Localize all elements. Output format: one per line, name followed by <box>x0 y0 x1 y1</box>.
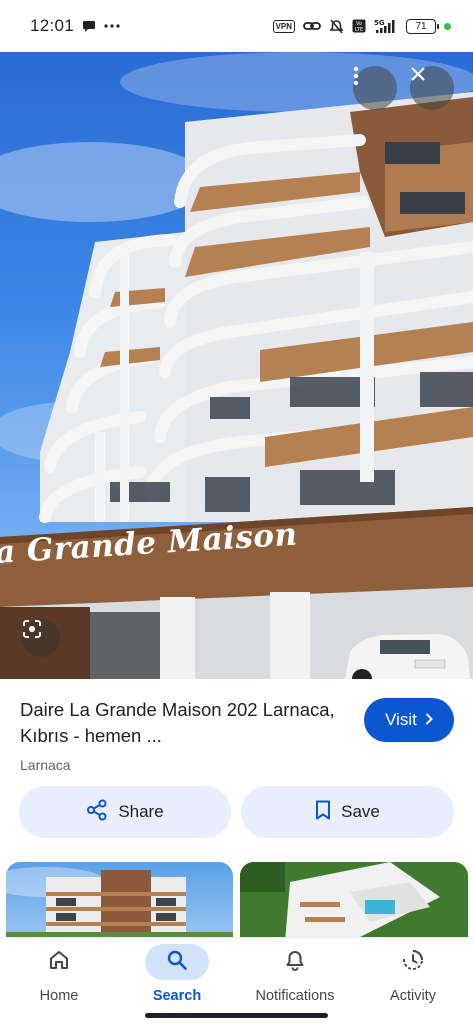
vpn-icon: VPN <box>272 19 295 33</box>
home-icon <box>48 949 70 976</box>
battery-icon: 71 <box>406 18 439 34</box>
history-icon <box>401 948 425 977</box>
chevron-right-icon <box>425 710 433 730</box>
nav-activity-label: Activity <box>390 988 436 1004</box>
nav-notifications[interactable]: Notifications <box>236 938 354 1024</box>
share-icon <box>86 799 108 826</box>
result-source: Larnaca <box>20 757 71 773</box>
hero-image[interactable]: a Grande Maison <box>0 52 473 679</box>
volte-icon: Vo LTE <box>352 19 366 33</box>
status-time: 12:01 <box>30 16 75 35</box>
chat-bubble-icon <box>82 19 96 33</box>
nav-home-label: Home <box>39 988 79 1004</box>
svg-text:5G: 5G <box>374 19 385 27</box>
nav-home-icon-wrap <box>27 944 91 980</box>
related-image-2[interactable] <box>240 862 468 942</box>
nav-search-icon-wrap <box>145 944 209 980</box>
google-lens-button[interactable] <box>22 619 60 657</box>
nav-home[interactable]: Home <box>0 938 118 1024</box>
signal-5g-icon: 5G <box>374 18 398 34</box>
related-building-image <box>6 867 233 942</box>
bookmark-icon <box>315 800 331 825</box>
share-button[interactable]: Share <box>19 786 231 838</box>
mute-bell-icon <box>329 19 344 34</box>
link-icon <box>303 19 321 33</box>
nav-activity[interactable]: Activity <box>354 938 472 1024</box>
building-illustration <box>0 52 473 679</box>
more-options-button[interactable] <box>353 66 397 110</box>
result-info: Daire La Grande Maison 202 Larnaca, Kıbr… <box>20 697 350 773</box>
result-title[interactable]: Daire La Grande Maison 202 Larnaca, Kıbr… <box>20 697 350 749</box>
home-gesture-bar[interactable] <box>145 1013 328 1018</box>
save-button[interactable]: Save <box>241 786 454 838</box>
bell-icon <box>284 949 306 976</box>
nav-notifications-label: Notifications <box>255 988 335 1004</box>
visit-button[interactable]: Visit <box>364 698 454 742</box>
close-button[interactable] <box>410 66 454 110</box>
nav-search-label: Search <box>152 988 202 1004</box>
svg-text:LTE: LTE <box>355 27 363 33</box>
share-label: Share <box>118 802 164 821</box>
related-aerial-image <box>240 862 468 942</box>
nav-activity-icon-wrap <box>381 944 445 980</box>
nav-notifications-icon-wrap <box>263 944 327 980</box>
status-bar: 12:01 VPN Vo LTE 5G 71 <box>0 0 473 52</box>
visit-label: Visit <box>385 710 417 729</box>
search-icon <box>166 949 188 976</box>
bottom-navigation: Home Search Notifications Activity <box>0 938 473 1024</box>
save-label: Save <box>341 802 380 821</box>
nav-search[interactable]: Search <box>118 938 236 1024</box>
more-notifications-icon <box>104 24 120 28</box>
charging-dot <box>444 22 451 30</box>
related-image-1[interactable] <box>6 862 233 942</box>
